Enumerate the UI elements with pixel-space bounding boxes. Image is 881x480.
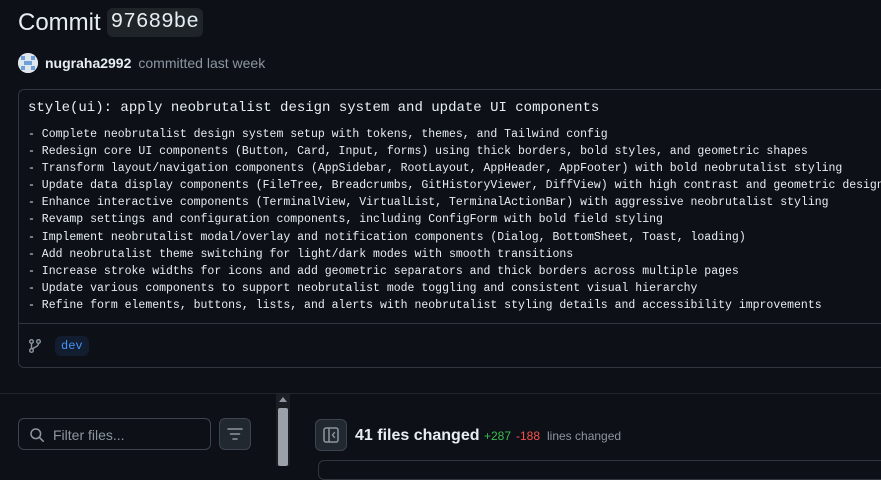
avatar[interactable]	[18, 53, 38, 73]
filter-options-button[interactable]	[219, 418, 251, 450]
commit-body-line: - Revamp settings and configuration comp…	[28, 213, 663, 227]
filter-icon	[227, 428, 243, 440]
file-diff-panel	[318, 460, 881, 480]
additions-count: +287	[484, 429, 512, 443]
sidebar-collapse-icon	[323, 427, 339, 443]
search-icon	[30, 428, 44, 442]
commit-header: Commit 97689be	[18, 8, 203, 37]
commit-body-line: - Update various components to support n…	[28, 281, 698, 295]
author-link[interactable]: nugraha2992	[45, 55, 131, 71]
commit-time-text: committed last week	[138, 55, 266, 71]
section-divider	[0, 393, 881, 394]
page-title: Commit	[18, 8, 101, 36]
avatar-identicon-icon	[18, 53, 38, 73]
commit-body-line: - Transform layout/navigation components…	[28, 162, 843, 176]
commit-sha[interactable]: 97689be	[106, 8, 203, 37]
toggle-file-tree-button[interactable]	[315, 419, 347, 451]
file-filter	[18, 418, 211, 451]
commit-message-box: style(ui): apply neobrutalist design sys…	[18, 89, 881, 368]
commit-body-line: - Refine form elements, buttons, lists, …	[28, 298, 822, 312]
deletions-count: -188	[516, 429, 541, 443]
files-changed-count: 41 files changed	[355, 427, 480, 444]
branch-link[interactable]: dev	[55, 336, 89, 356]
commit-body-line: - Redesign core UI components (Button, C…	[28, 145, 808, 159]
commit-meta: nugraha2992 committed last week	[18, 53, 265, 73]
filter-files-input[interactable]	[51, 419, 210, 451]
lines-changed-label: lines changed	[547, 429, 622, 443]
scrollbar-thumb[interactable]	[278, 408, 288, 466]
commit-body-line: - Increase stroke widths for icons and a…	[28, 264, 739, 278]
scroll-up-arrow-icon[interactable]	[279, 397, 287, 402]
commit-body-line: - Add neobrutalist theme switching for l…	[28, 247, 574, 261]
commit-body-line: - Enhance interactive components (Termin…	[28, 196, 829, 210]
commit-body-line: - Complete neobrutalist design system se…	[28, 128, 608, 141]
sidebar-scrollbar[interactable]	[276, 394, 290, 466]
commit-branch-footer: dev	[19, 323, 881, 367]
commit-body: - Complete neobrutalist design system se…	[28, 126, 881, 314]
git-branch-icon	[29, 339, 41, 353]
commit-headline: style(ui): apply neobrutalist design sys…	[28, 100, 600, 116]
commit-body-line: - Update data display components (FileTr…	[28, 179, 881, 193]
commit-body-line: - Implement neobrutalist modal/overlay a…	[28, 230, 746, 244]
